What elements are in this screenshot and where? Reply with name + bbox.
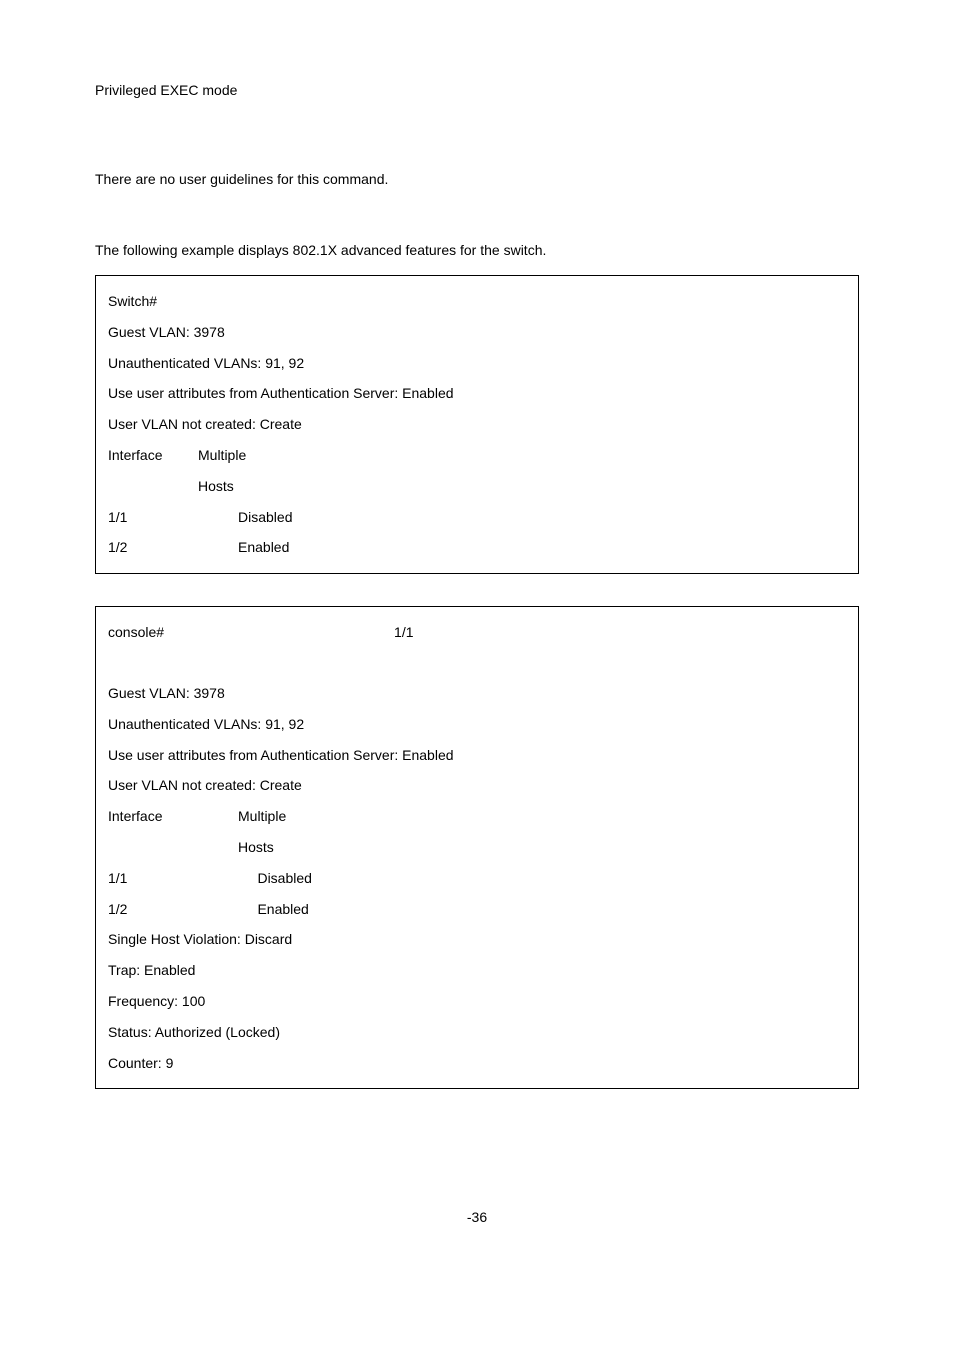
output-row: 1/1 Disabled bbox=[108, 863, 846, 894]
output-line: Unauthenticated VLANs: 91, 92 bbox=[108, 348, 846, 379]
prompt-arg: 1/1 bbox=[394, 624, 413, 640]
cell-iface: 1/2 bbox=[108, 894, 238, 925]
cell-value: Disabled bbox=[238, 509, 292, 525]
output-line: Frequency: 100 bbox=[108, 986, 846, 1017]
cell-iface: 1/1 bbox=[108, 863, 238, 894]
col-hosts: Hosts bbox=[238, 839, 274, 855]
output-line: Use user attributes from Authentication … bbox=[108, 378, 846, 409]
col-multiple: Multiple bbox=[238, 808, 286, 824]
output-line: Single Host Violation: Discard bbox=[108, 924, 846, 955]
output-line: Counter: 9 bbox=[108, 1048, 846, 1079]
cell-value: Enabled bbox=[238, 539, 289, 555]
output-header: Hosts bbox=[108, 832, 846, 863]
cell-iface: 1/1 bbox=[108, 502, 238, 533]
output-header: Hosts bbox=[108, 471, 846, 502]
output-header: InterfaceMultiple bbox=[108, 801, 846, 832]
output-line: Guest VLAN: 3978 bbox=[108, 678, 846, 709]
command-mode: Privileged EXEC mode bbox=[95, 80, 859, 101]
prompt-line: console# 1/1 bbox=[108, 617, 846, 648]
output-line: Use user attributes from Authentication … bbox=[108, 740, 846, 771]
col-interface: Interface bbox=[108, 801, 238, 832]
example-intro: The following example displays 802.1X ad… bbox=[95, 240, 859, 261]
page-number: -36 bbox=[95, 1209, 859, 1225]
output-header: InterfaceMultiple bbox=[108, 440, 846, 471]
cell-value: Enabled bbox=[257, 901, 308, 917]
cell-iface: 1/2 bbox=[108, 532, 238, 563]
col-multiple: Multiple bbox=[198, 447, 246, 463]
output-line: User VLAN not created: Create bbox=[108, 409, 846, 440]
col-interface: Interface bbox=[108, 440, 198, 471]
output-line: User VLAN not created: Create bbox=[108, 770, 846, 801]
output-line: Status: Authorized (Locked) bbox=[108, 1017, 846, 1048]
output-row: 1/1Disabled bbox=[108, 502, 846, 533]
prompt: console# bbox=[108, 624, 164, 640]
user-guidelines-text: There are no user guidelines for this co… bbox=[95, 169, 859, 190]
output-line: Unauthenticated VLANs: 91, 92 bbox=[108, 709, 846, 740]
cell-value: Disabled bbox=[257, 870, 311, 886]
prompt-line: Switch# bbox=[108, 286, 846, 317]
example-output-box-1: Switch# Guest VLAN: 3978 Unauthenticated… bbox=[95, 275, 859, 574]
output-line: Trap: Enabled bbox=[108, 955, 846, 986]
example-output-box-2: console# 1/1 Guest VLAN: 3978 Unauthentic… bbox=[95, 606, 859, 1089]
output-row: 1/2 Enabled bbox=[108, 894, 846, 925]
col-hosts: Hosts bbox=[198, 478, 234, 494]
output-line: Guest VLAN: 3978 bbox=[108, 317, 846, 348]
output-row: 1/2Enabled bbox=[108, 532, 846, 563]
